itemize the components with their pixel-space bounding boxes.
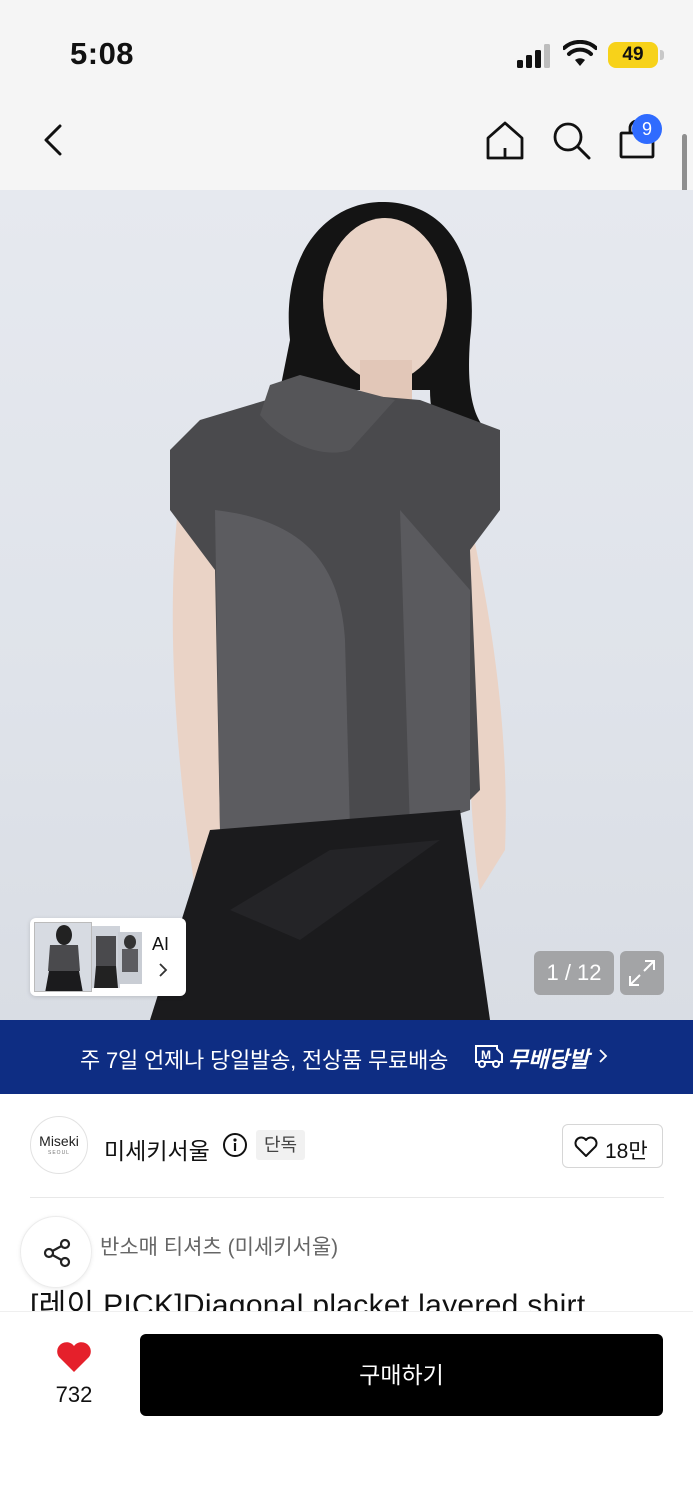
store-like-count: 18만 (605, 1140, 648, 1163)
delivery-truck-icon: M (475, 1045, 503, 1068)
chevron-right-icon (599, 1049, 608, 1063)
seller-logo-text: Miseki (39, 1133, 79, 1149)
share-icon (43, 1238, 71, 1268)
cellular-signal-icon (517, 44, 553, 68)
cart-count-badge: 9 (632, 114, 662, 144)
ai-thumbnail-strip[interactable]: AI (30, 918, 186, 996)
bottom-action-bar: 732 구매하기 (0, 1311, 693, 1500)
seller-row: Miseki SEOUL 미세키서울 단독 18만 (0, 1094, 693, 1198)
exclusive-badge: 단독 (256, 1130, 306, 1160)
svg-text:M: M (481, 1048, 491, 1062)
heart-outline-icon (574, 1136, 598, 1157)
promo-banner[interactable]: 주 7일 언제나 당일발송, 전상품 무료배송 M 무배당발 (0, 1020, 693, 1094)
expand-icon (629, 960, 655, 986)
divider (30, 1197, 664, 1198)
model-photo (150, 201, 506, 1020)
thumbnail-image[interactable] (34, 922, 92, 992)
promo-brand: 무배당발 (508, 1047, 589, 1072)
top-nav (0, 98, 693, 190)
share-button[interactable] (20, 1216, 92, 1288)
battery-tip (660, 50, 664, 60)
wish-count: 732 (55, 1382, 93, 1407)
ai-label: AI (152, 934, 170, 954)
back-icon[interactable] (38, 120, 68, 160)
status-time: 5:08 (70, 36, 135, 71)
status-bar: 5:08 49 (0, 0, 693, 98)
thumbnail-image[interactable] (92, 926, 120, 988)
home-icon[interactable] (484, 118, 526, 162)
product-image[interactable] (0, 190, 693, 1020)
image-counter: 1 / 12 (534, 951, 614, 995)
product-title: [레이 PICK]Diagonal placket layered shirt (30, 1289, 586, 1312)
thumbnail-image[interactable] (118, 932, 142, 984)
wifi-icon (563, 40, 597, 66)
expand-button[interactable] (620, 951, 664, 995)
promo-text: 주 7일 언제나 당일발송, 전상품 무료배송 (80, 1048, 449, 1073)
seller-logo-subtext: SEOUL (48, 1150, 70, 1156)
seller-logo[interactable]: Miseki SEOUL (30, 1116, 88, 1174)
like-store-button[interactable]: 18만 (562, 1124, 663, 1168)
heart-filled-icon[interactable] (55, 1340, 93, 1374)
info-icon[interactable] (222, 1132, 248, 1158)
seller-name[interactable]: 미세키서울 (104, 1132, 210, 1166)
search-icon[interactable] (550, 118, 592, 162)
battery-indicator: 49 (608, 42, 658, 68)
buy-button[interactable]: 구매하기 (140, 1334, 663, 1416)
chevron-right-icon (159, 963, 168, 977)
product-category[interactable]: 반소매 티셔츠 (미세키서울) (100, 1231, 338, 1261)
